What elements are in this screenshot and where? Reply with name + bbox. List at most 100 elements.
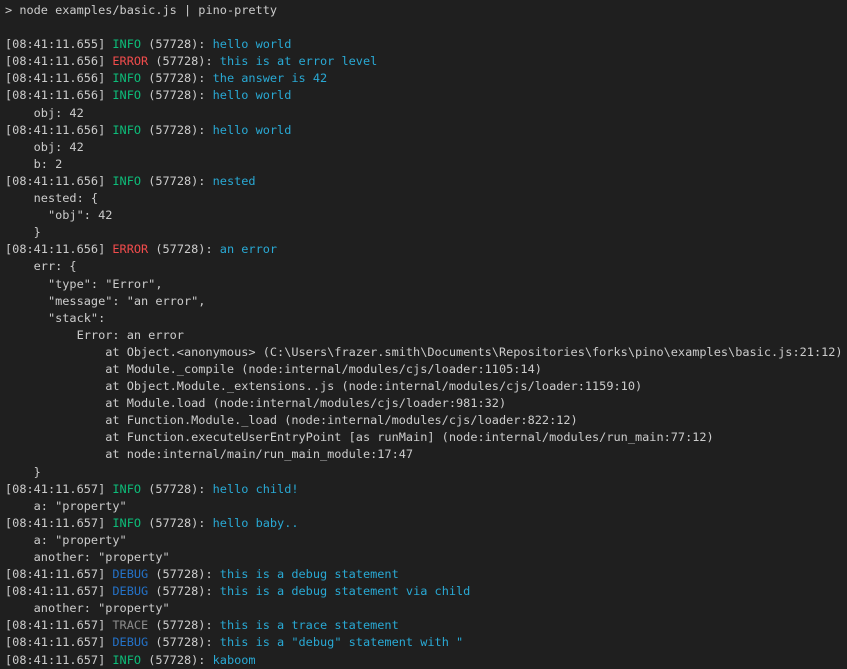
log-text: [08:41:11.655] [5, 37, 112, 51]
log-message: hello world [213, 37, 292, 51]
log-text: } [5, 225, 41, 239]
log-text: "stack": [5, 311, 105, 325]
log-level-error: ERROR [112, 242, 148, 256]
terminal-line: [08:41:11.655] INFO (57728): hello world [5, 36, 847, 53]
log-text: "message": "an error", [5, 294, 205, 308]
log-message: this is a trace statement [220, 618, 399, 632]
log-level-info: INFO [112, 123, 141, 137]
log-message: this is at error level [220, 54, 378, 68]
log-text: a: "property" [5, 499, 127, 513]
terminal-line: [08:41:11.656] INFO (57728): hello world [5, 87, 847, 104]
log-message: hello baby.. [213, 516, 299, 530]
log-level-info: INFO [112, 37, 141, 51]
terminal-line: Error: an error [5, 327, 847, 344]
log-text: [08:41:11.657] [5, 482, 112, 496]
log-level-info: INFO [112, 516, 141, 530]
log-text: (57728): [148, 567, 220, 581]
log-text: (57728): [141, 37, 213, 51]
log-level-error: ERROR [112, 54, 148, 68]
log-text: [08:41:11.657] [5, 618, 112, 632]
log-text: (57728): [141, 71, 213, 85]
terminal: > node examples/basic.js | pino-pretty [… [0, 0, 847, 669]
log-text: a: "property" [5, 533, 127, 547]
log-message: this is a debug statement [220, 567, 399, 581]
log-text: at Object.Module._extensions..js (node:i… [5, 379, 642, 393]
log-text: [08:41:11.656] [5, 174, 112, 188]
terminal-line: at Function.executeUserEntryPoint [as ru… [5, 429, 847, 446]
terminal-line: [08:41:11.657] TRACE (57728): this is a … [5, 617, 847, 634]
log-text: another: "property" [5, 601, 170, 615]
log-text: obj: 42 [5, 106, 84, 120]
log-text: [08:41:11.657] [5, 635, 112, 649]
terminal-line: at node:internal/main/run_main_module:17… [5, 446, 847, 463]
terminal-line: [08:41:11.657] DEBUG (57728): this is a … [5, 566, 847, 583]
terminal-line: b: 2 [5, 156, 847, 173]
terminal-line: a: "property" [5, 498, 847, 515]
log-text: Error: an error [5, 328, 184, 342]
log-text: at Module._compile (node:internal/module… [5, 362, 542, 376]
terminal-line: [08:41:11.657] DEBUG (57728): this is a … [5, 634, 847, 651]
log-text: (57728): [148, 54, 220, 68]
terminal-line: nested: { [5, 190, 847, 207]
log-text: > node examples/basic.js | pino-pretty [5, 3, 277, 17]
log-text: at Function.executeUserEntryPoint [as ru… [5, 430, 714, 444]
log-text: (57728): [141, 482, 213, 496]
log-text: (57728): [148, 242, 220, 256]
log-text: at Object.<anonymous> (C:\Users\frazer.s… [5, 345, 843, 359]
terminal-line: "obj": 42 [5, 207, 847, 224]
log-text: (57728): [141, 88, 213, 102]
terminal-line: at Module._compile (node:internal/module… [5, 361, 847, 378]
terminal-line [5, 19, 847, 36]
log-text: (57728): [141, 123, 213, 137]
terminal-line: [08:41:11.657] DEBUG (57728): this is a … [5, 583, 847, 600]
log-level-debug: DEBUG [112, 567, 148, 581]
terminal-line: [08:41:11.656] INFO (57728): nested [5, 173, 847, 190]
terminal-line: at Module.load (node:internal/modules/cj… [5, 395, 847, 412]
log-text: at Function.Module._load (node:internal/… [5, 413, 578, 427]
log-text: [08:41:11.656] [5, 123, 112, 137]
log-text: [08:41:11.657] [5, 567, 112, 581]
terminal-line: } [5, 224, 847, 241]
log-message: an error [220, 242, 277, 256]
terminal-line: at Object.<anonymous> (C:\Users\frazer.s… [5, 344, 847, 361]
log-message: this is a "debug" statement with " [220, 635, 463, 649]
log-level-info: INFO [112, 88, 141, 102]
log-text: (57728): [148, 618, 220, 632]
log-message: this is a debug statement via child [220, 584, 471, 598]
log-level-info: INFO [112, 653, 141, 667]
log-text: obj: 42 [5, 140, 84, 154]
log-message: hello world [213, 123, 292, 137]
log-level-info: INFO [112, 71, 141, 85]
log-text: "obj": 42 [5, 208, 112, 222]
terminal-line: another: "property" [5, 549, 847, 566]
log-text: at node:internal/main/run_main_module:17… [5, 447, 413, 461]
log-message: kaboom [213, 653, 256, 667]
log-text: (57728): [148, 584, 220, 598]
log-level-debug: DEBUG [112, 635, 148, 649]
terminal-line: [08:41:11.657] INFO (57728): hello child… [5, 481, 847, 498]
terminal-line: [08:41:11.656] INFO (57728): the answer … [5, 70, 847, 87]
terminal-line: another: "property" [5, 600, 847, 617]
terminal-line: } [5, 464, 847, 481]
terminal-line: a: "property" [5, 532, 847, 549]
log-message: nested [213, 174, 256, 188]
log-level-debug: DEBUG [112, 584, 148, 598]
log-level-info: INFO [112, 482, 141, 496]
terminal-line: [08:41:11.656] ERROR (57728): an error [5, 241, 847, 258]
log-text: "type": "Error", [5, 277, 163, 291]
log-text: (57728): [148, 635, 220, 649]
terminal-line: > node examples/basic.js | pino-pretty [5, 2, 847, 19]
log-message: hello world [213, 88, 292, 102]
log-level-info: INFO [112, 174, 141, 188]
terminal-output: > node examples/basic.js | pino-pretty [… [5, 2, 847, 669]
terminal-line: "message": "an error", [5, 293, 847, 310]
log-text: [08:41:11.656] [5, 71, 112, 85]
terminal-line: [08:41:11.656] ERROR (57728): this is at… [5, 53, 847, 70]
terminal-line: "type": "Error", [5, 276, 847, 293]
terminal-line: err: { [5, 258, 847, 275]
log-text: nested: { [5, 191, 98, 205]
log-text: err: { [5, 259, 77, 273]
log-message: the answer is 42 [213, 71, 328, 85]
terminal-line: [08:41:11.656] INFO (57728): hello world [5, 122, 847, 139]
log-text: (57728): [141, 516, 213, 530]
